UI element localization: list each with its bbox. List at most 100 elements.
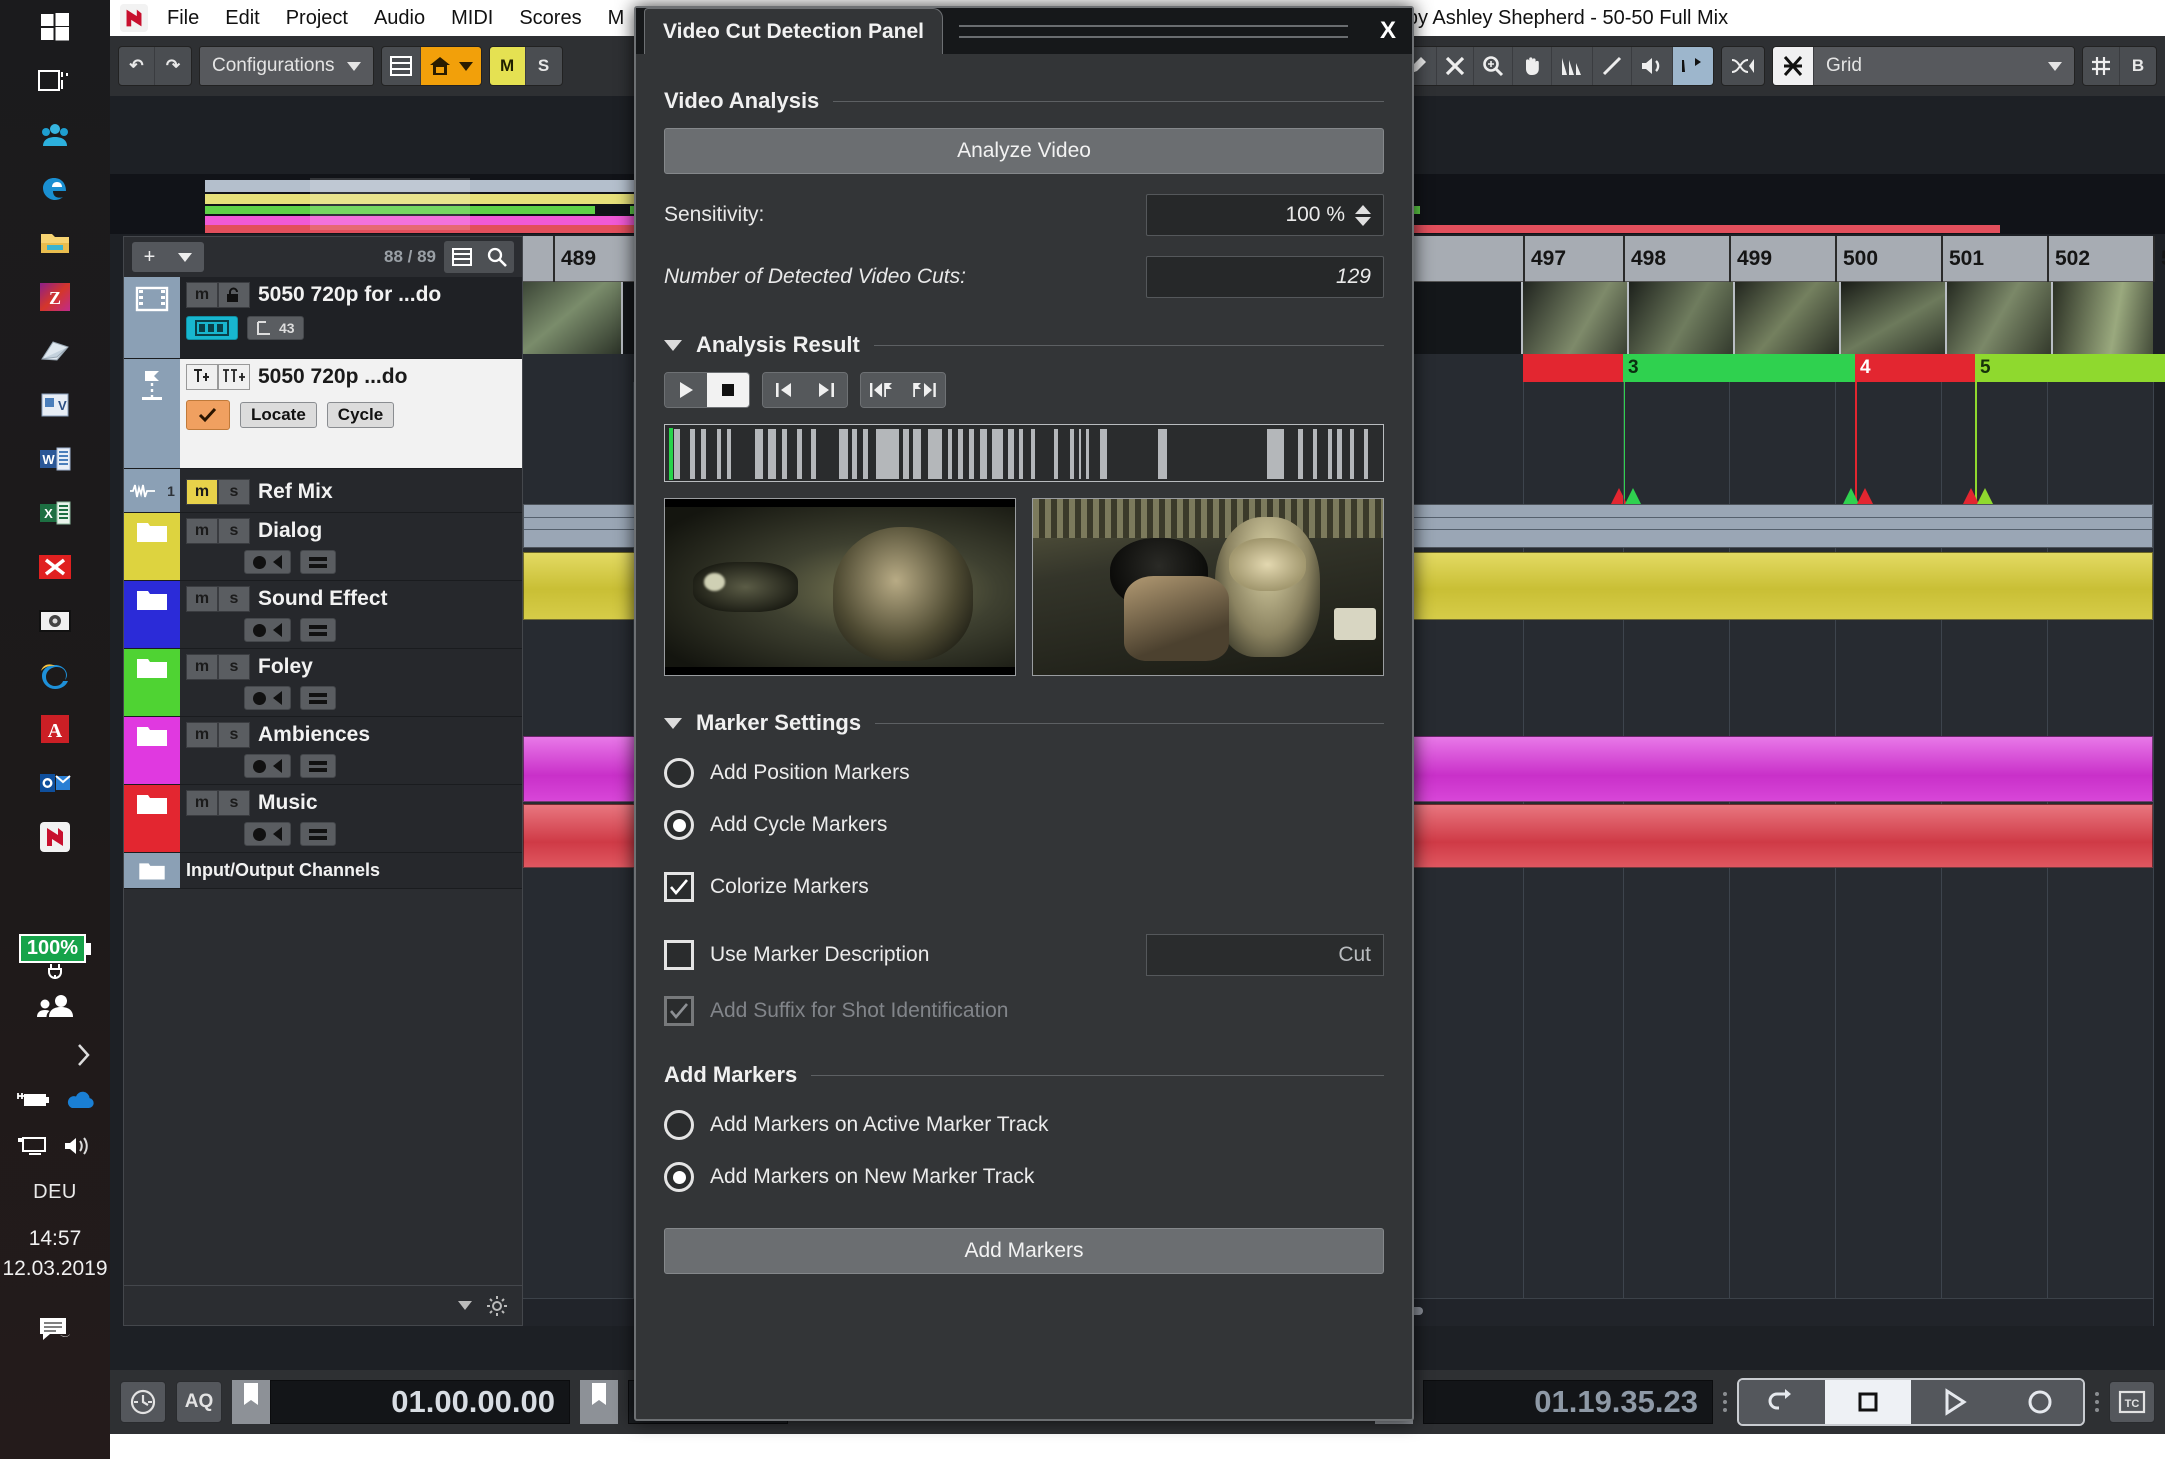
video-thumbnail[interactable] [523,282,623,354]
left-locator-time[interactable]: 01.00.00.00 [270,1380,570,1424]
cut-marker-bar[interactable] [1337,429,1343,479]
channel-settings-icon[interactable] [300,822,336,846]
checkbox[interactable] [664,940,694,970]
people-tray-icon[interactable] [0,979,110,1033]
menu-item-edit[interactable]: Edit [212,0,272,36]
video-thumbnail[interactable] [1947,282,2053,354]
frame-step-group[interactable] [762,372,848,408]
add-marker-icon[interactable] [186,364,218,390]
chevron-down-icon[interactable] [664,339,682,351]
snap-arrow-icon[interactable] [1673,47,1713,85]
next-cut-button[interactable] [903,373,945,407]
monitor-icon[interactable] [273,555,282,569]
file-explorer-icon[interactable] [0,216,110,270]
cut-marker-bar[interactable] [782,429,788,479]
cut-strip-cursor[interactable] [668,428,673,480]
locate-button[interactable]: Locate [240,402,317,428]
cut-marker-bar[interactable] [1085,429,1089,479]
chevron-down-icon[interactable] [664,717,682,729]
cut-marker-bar[interactable] [913,429,922,479]
track-row-marker[interactable]: 5050 720p ...do Locate Cycle [124,359,522,469]
cycle-button[interactable] [1739,1380,1825,1424]
video-thumbnail[interactable] [1523,282,1629,354]
preview-frame-after[interactable] [1032,498,1384,676]
tools-group[interactable] [1397,46,1714,86]
add-track-button[interactable]: + [132,242,204,272]
show-layout-icon[interactable] [382,47,421,85]
language-indicator[interactable]: DEU [33,1181,77,1204]
task-view-icon[interactable] [0,54,110,108]
right-locator-flag-icon[interactable] [580,1380,618,1424]
record-icon[interactable] [253,759,266,773]
cut-detection-strip[interactable] [664,424,1384,482]
channel-settings-icon[interactable] [300,550,336,574]
menu-item-midi[interactable]: MIDI [438,0,506,36]
mute-button[interactable]: m [186,722,218,748]
radio-button[interactable] [664,1162,694,1192]
stop-button[interactable] [1825,1380,1911,1424]
mute-button[interactable]: M [489,47,526,85]
track-row-sound-effect[interactable]: ms Sound Effect [124,581,522,649]
spinner-icon[interactable] [1355,204,1371,226]
crossfade-group[interactable] [1721,46,1765,86]
track-list-header[interactable]: + 88 / 89 [124,237,522,277]
track-row-ambiences[interactable]: ms Ambiences [124,717,522,785]
mute-button[interactable]: m [186,586,218,612]
dialog-titlebar[interactable]: Video Cut Detection Panel X [636,8,1412,54]
cut-marker-bar[interactable] [1349,429,1354,479]
monitor-icon[interactable] [273,691,282,705]
monitor-icon[interactable] [273,759,282,773]
record-icon[interactable] [253,555,266,569]
bars-group[interactable]: B [2082,46,2157,86]
grid-type-icon[interactable] [2083,47,2120,85]
monitor-icon[interactable] [273,623,282,637]
mute-button[interactable]: m [186,282,218,308]
video-track-buttons[interactable]: m [186,282,250,308]
play-stop-group[interactable] [664,372,750,408]
cut-marker-bar[interactable] [1008,429,1014,479]
cut-marker-bar[interactable] [1364,429,1368,479]
solo-button[interactable]: s [218,722,250,748]
cut-marker-bar[interactable] [876,429,900,479]
previous-frame-button[interactable] [763,373,805,407]
menu-item-file[interactable]: File [154,0,212,36]
cut-marker-bar[interactable] [947,429,953,479]
menu-item-scores[interactable]: Scores [506,0,594,36]
redo-button[interactable]: ↷ [155,47,191,85]
cut-marker-bar[interactable] [811,429,817,479]
hand-tool-icon[interactable] [1513,47,1552,85]
cut-marker-bar[interactable] [797,429,803,479]
option-colorize-markers[interactable]: Colorize Markers [664,872,1384,902]
cut-marker-bar[interactable] [1328,429,1332,479]
record-monitor-group[interactable] [244,822,291,846]
project-cursor-time[interactable]: 01.19.35.23 [1423,1380,1713,1424]
configurations-dropdown[interactable]: Configurations [199,46,374,86]
cut-marker-bar[interactable] [700,429,706,479]
option-use-marker-description[interactable]: Use Marker Description Cut [664,934,1384,976]
checkbox[interactable] [664,872,694,902]
game-icon[interactable] [0,594,110,648]
analysis-result-section-header[interactable]: Analysis Result [664,332,1384,358]
excel-icon[interactable]: X [0,486,110,540]
cut-marker-bar[interactable] [980,429,988,479]
sticky-notes-icon[interactable] [0,324,110,378]
marker-settings-section-header[interactable]: Marker Settings [664,710,1384,736]
option-add-position-markers[interactable]: Add Position Markers [664,758,1384,788]
cut-marker-bar[interactable] [957,429,963,479]
track-row-music[interactable]: ms Music [124,785,522,853]
video-thumbnail[interactable] [1629,282,1735,354]
channel-settings-icon[interactable] [300,618,336,642]
lock-icon[interactable] [218,282,250,308]
fade-tool-icon[interactable] [1552,47,1593,85]
cut-marker-bar[interactable] [968,429,975,479]
solo-button[interactable]: s [218,790,250,816]
cut-marker-bar[interactable] [1298,429,1303,479]
snap-toggle-icon[interactable] [1773,47,1814,85]
video-thumbnails-icon[interactable] [186,316,238,340]
track-row-ref-mix[interactable]: 1 m s Ref Mix [124,469,522,513]
cut-marker-bar[interactable] [726,429,732,479]
xmind-icon[interactable] [0,540,110,594]
sensitivity-row[interactable]: Sensitivity: 100 % [664,194,1384,236]
preview-frame-before[interactable] [664,498,1016,676]
bars-label[interactable]: B [2120,47,2156,85]
